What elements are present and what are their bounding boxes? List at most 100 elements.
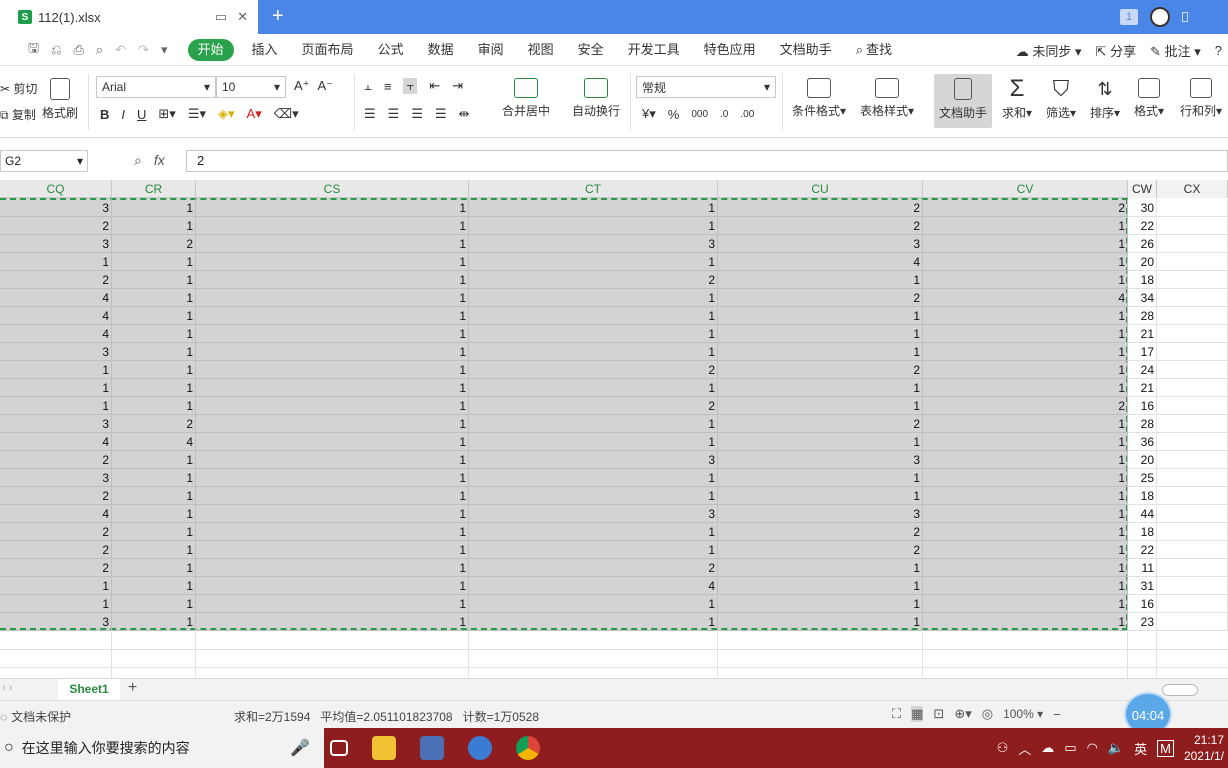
empty-cell[interactable] [1157, 415, 1228, 433]
table-cell[interactable]: 1 [923, 433, 1128, 451]
table-cell[interactable]: 2 [0, 271, 112, 289]
table-cell[interactable]: 1 [196, 613, 469, 631]
empty-cell[interactable] [1157, 595, 1228, 613]
table-cell[interactable]: 1 [112, 469, 196, 487]
table-cell[interactable]: 1 [469, 523, 718, 541]
table-cell[interactable]: 2 [0, 559, 112, 577]
align-center-icon[interactable]: ☰ [388, 106, 400, 122]
table-cell[interactable]: 2 [469, 361, 718, 379]
table-cell[interactable]: 4 [0, 325, 112, 343]
table-cell[interactable]: 1 [196, 469, 469, 487]
new-tab-button[interactable]: + [272, 5, 284, 28]
align-middle-icon[interactable]: ≡ [384, 79, 392, 94]
menu-tab-home[interactable]: 开始 [187, 38, 234, 61]
comment-button[interactable]: ✎ 批注 ▾ [1150, 41, 1201, 60]
table-cell[interactable]: 1 [923, 541, 1128, 559]
empty-cell[interactable] [1157, 541, 1228, 559]
table-cell[interactable]: 1 [469, 253, 718, 271]
table-cell[interactable]: 23 [1128, 613, 1157, 631]
italic-button[interactable]: I [121, 107, 125, 122]
table-cell[interactable]: 1 [469, 379, 718, 397]
table-cell[interactable]: 1 [469, 487, 718, 505]
print-icon[interactable]: ⎙ [73, 42, 83, 58]
table-cell[interactable]: 2 [469, 559, 718, 577]
thousands-button[interactable]: 000 [691, 109, 708, 120]
table-cell[interactable]: 1 [469, 217, 718, 235]
table-cell[interactable]: 28 [1128, 307, 1157, 325]
table-cell[interactable]: 1 [469, 343, 718, 361]
sheet-nav-arrows[interactable]: ‹ › [2, 682, 12, 694]
menu-tab-data[interactable]: 数据 [416, 39, 466, 61]
table-cell[interactable]: 2 [0, 523, 112, 541]
close-tab-icon[interactable]: ✕ [237, 9, 248, 25]
menu-tab-developer[interactable]: 开发工具 [616, 39, 692, 61]
wrap-text-button[interactable]: 自动换行 [572, 78, 620, 119]
table-cell[interactable]: 1 [923, 577, 1128, 595]
page-break-view-icon[interactable]: ⊡ [933, 706, 944, 722]
column-header-cu[interactable]: CU [718, 180, 923, 198]
table-cell[interactable]: 1 [718, 307, 923, 325]
table-cell[interactable]: 1 [112, 613, 196, 631]
empty-cell[interactable] [1157, 523, 1228, 541]
empty-cell[interactable] [1157, 451, 1228, 469]
table-cell[interactable]: 1 [196, 253, 469, 271]
column-header-cx[interactable]: CX [1157, 180, 1228, 198]
table-cell[interactable]: 2 [718, 541, 923, 559]
table-cell[interactable]: 1 [196, 397, 469, 415]
customize-toolbar-icon[interactable]: ▾ [161, 42, 168, 58]
table-cell[interactable]: 31 [1128, 577, 1157, 595]
user-avatar[interactable] [1150, 7, 1170, 27]
menu-tab-features[interactable]: 特色应用 [692, 39, 768, 61]
table-cell[interactable]: 1 [718, 559, 923, 577]
column-header-cq[interactable]: CQ [0, 180, 112, 198]
menu-tab-doc-assistant[interactable]: 文档助手 [768, 39, 844, 61]
empty-cell[interactable] [1157, 469, 1228, 487]
table-cell[interactable]: 1 [196, 325, 469, 343]
table-cell[interactable]: 1 [196, 541, 469, 559]
table-cell[interactable]: 1 [469, 595, 718, 613]
table-cell[interactable]: 25 [1128, 469, 1157, 487]
table-cell[interactable]: 1 [0, 361, 112, 379]
increase-font-icon[interactable]: A⁺ [294, 78, 310, 94]
table-cell[interactable]: 1 [923, 361, 1128, 379]
menu-tab-insert[interactable]: 插入 [240, 39, 290, 61]
table-cell[interactable]: 2 [923, 199, 1128, 217]
table-cell[interactable]: 1 [923, 505, 1128, 523]
system-clock[interactable]: 21:17 2021/1/ [1184, 732, 1224, 764]
table-cell[interactable]: 1 [923, 523, 1128, 541]
table-cell[interactable]: 3 [0, 415, 112, 433]
table-cell[interactable]: 1 [923, 235, 1128, 253]
table-cell[interactable]: 1 [718, 613, 923, 631]
table-cell[interactable]: 2 [0, 451, 112, 469]
table-cell[interactable]: 1 [718, 325, 923, 343]
save-icon[interactable]: 🖫 [28, 39, 39, 61]
empty-cell[interactable] [1157, 289, 1228, 307]
table-cell[interactable]: 1 [923, 253, 1128, 271]
percent-button[interactable]: % [668, 107, 680, 122]
table-cell[interactable]: 1 [112, 307, 196, 325]
eye-protection-icon[interactable]: ◎ [982, 706, 993, 722]
microphone-icon[interactable]: 🎤 [290, 738, 310, 758]
table-cell[interactable]: 1 [196, 307, 469, 325]
cut-button[interactable]: ✂ 剪切 [0, 80, 37, 97]
table-cell[interactable]: 1 [469, 325, 718, 343]
table-cell[interactable]: 3 [0, 469, 112, 487]
table-cell[interactable]: 1 [0, 595, 112, 613]
table-cell[interactable]: 1 [923, 217, 1128, 235]
table-cell[interactable]: 1 [112, 217, 196, 235]
empty-cell[interactable] [1157, 361, 1228, 379]
table-cell[interactable]: 3 [0, 613, 112, 631]
table-cell[interactable]: 26 [1128, 235, 1157, 253]
font-color-icon[interactable]: A▾ [247, 106, 262, 122]
table-cell[interactable]: 2 [718, 361, 923, 379]
table-cell[interactable]: 1 [196, 415, 469, 433]
battery-icon[interactable]: ▭ [1064, 740, 1076, 756]
table-cell[interactable]: 2 [469, 271, 718, 289]
table-cell[interactable]: 1 [718, 595, 923, 613]
table-cell[interactable]: 1 [196, 343, 469, 361]
conditional-format-button[interactable]: 条件格式▾ [792, 78, 846, 119]
table-cell[interactable]: 1 [196, 289, 469, 307]
column-header-cs[interactable]: CS [196, 180, 469, 198]
table-cell[interactable]: 1 [112, 289, 196, 307]
table-cell[interactable]: 1 [923, 559, 1128, 577]
